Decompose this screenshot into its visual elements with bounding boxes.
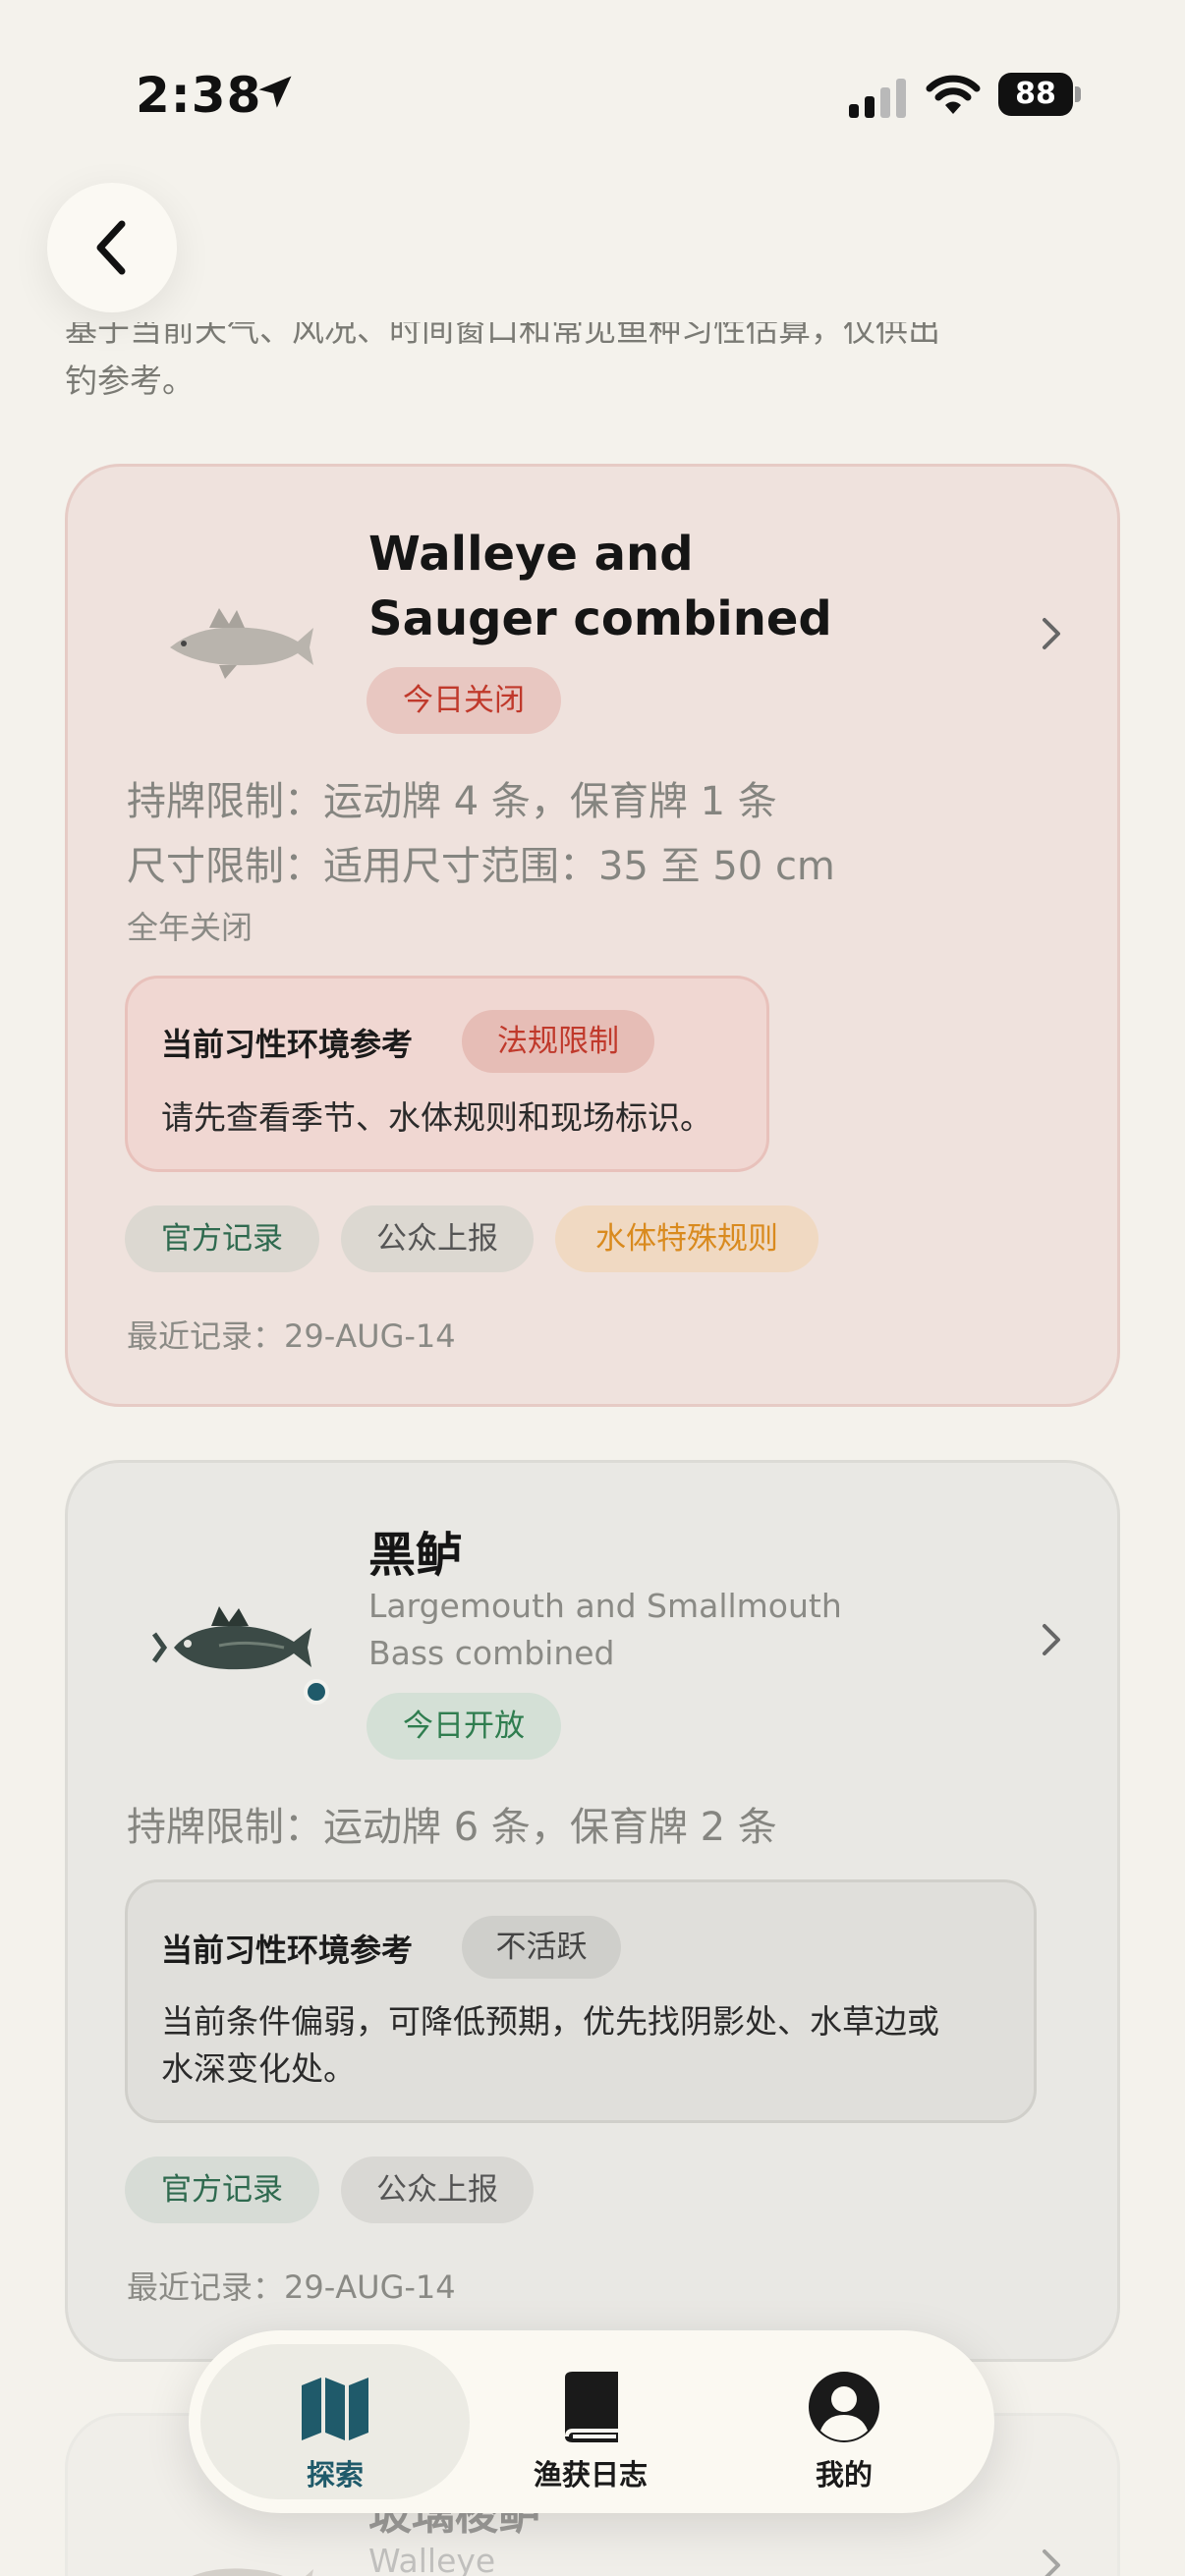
species-subtitle: Walleye	[368, 2542, 496, 2576]
habit-description: 请先查看季节、水体规则和现场标识。	[161, 1098, 712, 1137]
chevron-right-icon	[1043, 618, 1060, 649]
wifi-icon	[926, 75, 981, 114]
last-record: 最近记录：29-AUG-14	[127, 1317, 456, 1355]
habit-badge-inactive: 不活跃	[462, 1916, 621, 1979]
size-limit: 尺寸限制：适用尺寸范围：35 至 50 cm	[127, 844, 835, 889]
tag-special-rule: 水体特殊规则	[555, 1205, 818, 1272]
battery-indicator: 88	[998, 73, 1081, 116]
species-card-walleye-sauger[interactable]: Walleye and Sauger combined 今日关闭 持牌限制：运动…	[65, 464, 1120, 1407]
habit-title: 当前习性环境参考	[161, 1932, 414, 1969]
tab-label: 我的	[815, 2458, 873, 2492]
chevron-right-icon	[1043, 1624, 1060, 1655]
back-button[interactable]	[47, 183, 177, 312]
bottom-tab-bar: 探索 渔获日志 我的	[189, 2330, 994, 2513]
habit-description: 当前条件偏弱，可降低预期，优先找阴影处、水草边或 水深变化处。	[161, 1998, 939, 2093]
location-arrow-icon	[258, 76, 292, 108]
walleye-fish-icon	[170, 608, 313, 679]
book-icon	[565, 2372, 618, 2442]
battery-tip	[1075, 86, 1081, 102]
status-badge-open: 今日开放	[367, 1693, 561, 1760]
species-name-line-1: Walleye and	[368, 527, 694, 582]
status-time: 2:38	[136, 67, 262, 124]
habit-reference-box: 当前习性环境参考 法规限制 请先查看季节、水体规则和现场标识。	[125, 976, 769, 1172]
chevron-right-icon	[1043, 2549, 1060, 2576]
tab-explore[interactable]: 探索	[208, 2330, 462, 2513]
tab-profile[interactable]: 我的	[717, 2330, 971, 2513]
last-record: 最近记录：29-AUG-14	[127, 2268, 456, 2306]
species-card-bass[interactable]: 黑鲈 Largemouth and Smallmouth Bass combin…	[65, 1460, 1120, 2362]
species-name: Walleye and Sauger combined	[368, 522, 832, 651]
tab-label: 渔获日志	[533, 2458, 648, 2492]
walleye-fish-icon	[192, 2568, 313, 2576]
status-bar: 2:38 88	[0, 0, 1185, 187]
license-limit: 持牌限制：运动牌 6 条，保育牌 2 条	[127, 1805, 777, 1850]
tab-label: 探索	[306, 2458, 364, 2492]
habit-description-line-1: 当前条件偏弱，可降低预期，优先找阴影处、水草边或	[161, 2002, 939, 2041]
active-dot-indicator	[304, 1679, 329, 1705]
species-subtitle-line-2: Bass combined	[368, 1634, 615, 1672]
season-note: 全年关闭	[127, 909, 254, 946]
intro-line-2: 钓参考。	[65, 362, 195, 400]
species-name: 黑鲈	[368, 1528, 464, 1583]
bass-fish-icon	[151, 1606, 311, 1670]
species-subtitle: Largemouth and Smallmouth Bass combined	[368, 1583, 842, 1677]
tag-public-report: 公众上报	[341, 1205, 534, 1272]
habit-description-line-2: 水深变化处。	[161, 2049, 356, 2088]
battery-level: 88	[998, 73, 1073, 116]
status-badge-closed: 今日关闭	[367, 667, 561, 734]
intro-description: 基于当前天气、风况、时间窗口和常见鱼种习性估算，仅供出 钓参考。	[65, 322, 1067, 415]
tag-public-report: 公众上报	[341, 2156, 534, 2223]
tag-official-record: 官方记录	[125, 2156, 319, 2223]
map-icon	[302, 2378, 368, 2440]
habit-reference-box: 当前习性环境参考 不活跃 当前条件偏弱，可降低预期，优先找阴影处、水草边或 水深…	[125, 1879, 1037, 2123]
chevron-left-icon	[96, 220, 126, 275]
habit-badge-regulation: 法规限制	[462, 1010, 654, 1073]
habit-title: 当前习性环境参考	[161, 1026, 414, 1063]
tag-official-record: 官方记录	[125, 1205, 319, 1272]
species-subtitle-line-1: Largemouth and Smallmouth	[368, 1587, 842, 1625]
person-icon	[809, 2372, 879, 2442]
tab-catch-log[interactable]: 渔获日志	[464, 2330, 717, 2513]
intro-line-1: 基于当前天气、风况、时间窗口和常见鱼种习性估算，仅供出	[65, 322, 940, 349]
license-limit: 持牌限制：运动牌 4 条，保育牌 1 条	[127, 779, 777, 824]
species-name-line-2: Sauger combined	[368, 591, 832, 646]
cellular-signal-icon	[849, 79, 906, 118]
